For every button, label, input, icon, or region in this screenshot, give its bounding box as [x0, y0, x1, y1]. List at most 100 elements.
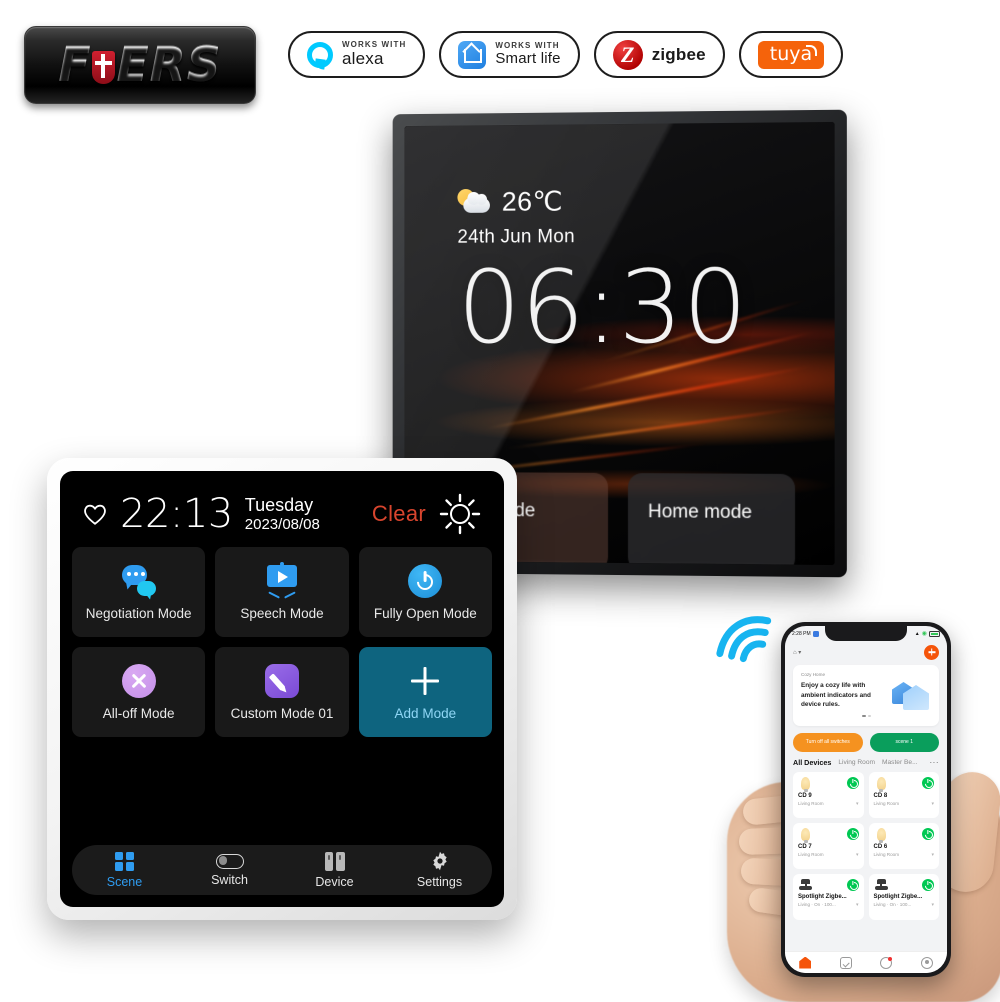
scene-label-negotiation-mode: Negotiation Mode	[85, 605, 192, 621]
device-name: CD 8	[873, 792, 888, 799]
scene-tile-add-mode[interactable]: Add Mode	[358, 647, 492, 737]
brand-letter-f: F	[58, 37, 92, 93]
tuya-icon: tuya	[757, 40, 825, 69]
device-card[interactable]: CD 7 Living Room ▾	[793, 822, 864, 869]
room-tab-living-room[interactable]: Living Room	[838, 759, 875, 766]
promo-card[interactable]: Cozy Home Enjoy a cozy life with ambient…	[793, 665, 939, 726]
scene-label-speech-mode: Speech Mode	[240, 605, 324, 621]
brand-logo: F ERS	[24, 26, 256, 104]
scene-tile-negotiation-mode[interactable]: Negotiation Mode	[72, 547, 206, 637]
scene-tile-speech-mode[interactable]: Speech Mode	[215, 547, 349, 637]
device-name: CD 9	[798, 792, 812, 799]
scene-tile-custom-mode-01[interactable]: Custom Mode 01	[215, 647, 349, 737]
cozy-home-illustration-icon	[890, 678, 932, 712]
nav-item-switch[interactable]: Switch	[177, 853, 282, 887]
smart-life-icon	[458, 40, 487, 69]
chevron-down-icon[interactable]: ▾	[931, 852, 934, 858]
power-icon	[408, 563, 443, 598]
device-card[interactable]: Spotlight Zigbe... Living · On · 100... …	[868, 873, 939, 920]
device-grid: CD 9 Living Room ▾ CD 8 Living Room ▾ CD…	[785, 771, 947, 951]
device-card[interactable]: CD 6 Living Room ▾	[868, 822, 939, 869]
home-mode-card[interactable]: Home mode	[627, 473, 796, 566]
white-panel-header: 22:13 Tuesday 2023/08/08 Clear	[72, 485, 492, 543]
badge-zigbee-name: zigbee	[651, 44, 706, 64]
room-tabs-more-icon[interactable]: ···	[930, 758, 940, 767]
device-power-toggle[interactable]	[922, 878, 934, 891]
chevron-down-icon[interactable]: ▾	[856, 902, 859, 908]
bulb-icon	[876, 827, 886, 843]
add-button[interactable]	[924, 644, 939, 660]
pencil-icon	[264, 663, 299, 698]
phone-screen[interactable]: 2:28 PM ▲ ◉ ⌂ ▾ Cozy Home Enjoy a cozy l…	[785, 626, 947, 973]
badge-zigbee: Z zigbee	[593, 31, 725, 78]
quick-action-turn-off-all[interactable]: Turn off all switches	[793, 732, 863, 752]
white-panel-date: 2023/08/08	[244, 515, 320, 533]
nav-item-device[interactable]: Device	[282, 851, 387, 889]
scene-tile-all-off-mode[interactable]: All-off Mode	[72, 647, 206, 737]
room-tab-master-bedroom[interactable]: Master Be...	[882, 759, 918, 766]
device-name: Spotlight Zigbe...	[873, 893, 923, 900]
profile-tab-icon[interactable]	[920, 956, 933, 969]
device-room: Living Room	[873, 801, 900, 807]
chevron-down-icon[interactable]: ▾	[856, 852, 859, 858]
home-selector[interactable]: ⌂ ▾	[793, 649, 801, 656]
shield-icon	[92, 50, 116, 84]
projector-screen-icon	[265, 561, 299, 600]
smartphone: 2:28 PM ▲ ◉ ⌂ ▾ Cozy Home Enjoy a cozy l…	[781, 622, 951, 977]
device-power-toggle[interactable]	[922, 827, 934, 840]
phone-in-hand: 2:28 PM ▲ ◉ ⌂ ▾ Cozy Home Enjoy a cozy l…	[727, 622, 1000, 1002]
nav-label-settings: Settings	[416, 875, 463, 889]
device-card[interactable]: CD 9 Living Room ▾	[793, 771, 864, 818]
device-room: Living Room	[798, 852, 824, 858]
promo-carousel-dots[interactable]	[801, 714, 931, 717]
scene-tile-fully-open-mode[interactable]: Fully Open Mode	[358, 547, 492, 637]
gear-icon	[430, 851, 450, 871]
device-power-toggle[interactable]	[846, 776, 859, 789]
scene-label-fully-open-mode: Fully Open Mode	[373, 605, 477, 621]
chevron-down-icon[interactable]: ▾	[931, 902, 934, 908]
white-panel-screen[interactable]: 22:13 Tuesday 2023/08/08 Clear Negotiati…	[60, 471, 504, 907]
heart-icon[interactable]	[82, 502, 108, 526]
device-power-toggle[interactable]	[846, 827, 859, 840]
grid-icon	[115, 851, 134, 871]
status-time: 2:28 PM	[792, 630, 811, 637]
plus-icon	[408, 664, 442, 698]
device-icon	[324, 851, 345, 871]
device-name: CD 7	[798, 843, 812, 850]
device-power-toggle[interactable]	[922, 776, 934, 789]
smart-tab-icon[interactable]	[880, 956, 893, 969]
device-card[interactable]: CD 8 Living Room ▾	[868, 771, 939, 818]
promo-title: Cozy Home	[801, 672, 825, 677]
room-tab-all-devices[interactable]: All Devices	[793, 758, 831, 767]
device-power-toggle[interactable]	[846, 878, 859, 891]
room-tabs: All Devices Living Room Master Be... ···	[785, 756, 947, 772]
nav-item-scene[interactable]: Scene	[72, 851, 177, 889]
phone-status-bar: 2:28 PM ▲ ◉	[785, 626, 947, 641]
scene-tab-icon[interactable]	[839, 956, 852, 969]
device-card[interactable]: Spotlight Zigbe... Living · On · 100... …	[793, 873, 864, 920]
black-panel-temperature: 26℃	[501, 186, 564, 217]
black-panel-weather: 26℃	[457, 185, 806, 218]
sun-behind-cloud-icon	[457, 188, 491, 216]
white-panel-weekday: Tuesday	[244, 495, 314, 516]
wifi-icon: ◉	[921, 631, 927, 637]
promo-text: Enjoy a cozy life with ambient indicator…	[801, 682, 871, 709]
white-panel-clock: 22:13	[120, 491, 233, 537]
phone-topbar: ⌂ ▾	[785, 641, 947, 663]
spotlight-icon	[799, 878, 812, 891]
nav-label-device: Device	[315, 874, 354, 889]
home-tab-icon[interactable]	[799, 956, 812, 969]
nav-item-settings[interactable]: Settings	[387, 851, 492, 889]
x-circle-icon	[121, 663, 156, 698]
chevron-down-icon[interactable]: ▾	[856, 801, 859, 807]
battery-icon	[929, 630, 940, 637]
quick-action-scene-1[interactable]: scene 1	[869, 732, 939, 752]
badge-alexa: WORKS WITH alexa	[288, 31, 426, 78]
chevron-down-icon[interactable]: ▾	[931, 801, 934, 807]
brand-letters-ers: ERS	[116, 37, 222, 93]
toggle-icon	[215, 853, 244, 869]
black-panel-date: 24th Jun Mon	[457, 226, 575, 248]
device-room: Living Room	[798, 801, 824, 807]
alexa-icon	[307, 41, 333, 68]
home-mode-label: Home mode	[647, 501, 753, 524]
